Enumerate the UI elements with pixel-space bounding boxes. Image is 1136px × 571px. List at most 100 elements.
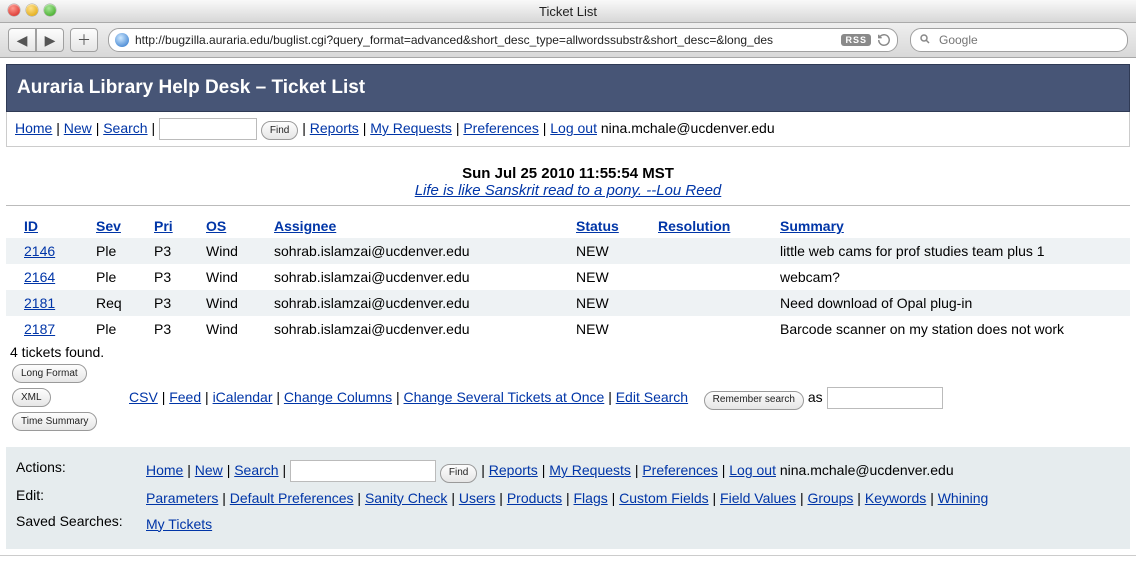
top-nav-bar: Home | New | Search | Find | Reports | M… [6, 112, 1130, 147]
reload-icon[interactable] [877, 33, 891, 47]
cell-pri: P3 [148, 264, 200, 290]
link-flags[interactable]: Flags [574, 490, 608, 506]
nav-logout[interactable]: Log out [550, 120, 597, 136]
footer-new[interactable]: New [195, 462, 223, 478]
quote-line: Life is like Sanskrit read to a pony. --… [6, 182, 1130, 199]
nav-home[interactable]: Home [15, 120, 52, 136]
footer-my-requests[interactable]: My Requests [549, 462, 631, 478]
table-row: 2181ReqP3Windsohrab.islamzai@ucdenver.ed… [6, 290, 1130, 316]
footer-user-email: nina.mchale@ucdenver.edu [780, 462, 954, 478]
link-icalendar[interactable]: iCalendar [213, 389, 273, 405]
link-sanity-check[interactable]: Sanity Check [365, 490, 447, 506]
col-summary[interactable]: Summary [780, 218, 844, 234]
cell-assignee: sohrab.islamzai@ucdenver.edu [268, 290, 570, 316]
browser-toolbar: ◀ ▶ ＋ http://bugzilla.auraria.edu/buglis… [0, 23, 1136, 58]
quote-link[interactable]: Life is like Sanskrit read to a pony. --… [415, 182, 722, 199]
close-icon[interactable] [8, 4, 20, 16]
cell-sev: Req [90, 290, 148, 316]
page-title: Auraria Library Help Desk – Ticket List [6, 64, 1130, 112]
footer-preferences[interactable]: Preferences [642, 462, 717, 478]
table-row: 2146PleP3Windsohrab.islamzai@ucdenver.ed… [6, 238, 1130, 264]
cell-resolution [652, 264, 774, 290]
footer-edit-links: Parameters | Default Preferences | Sanit… [142, 485, 1124, 511]
link-change-several[interactable]: Change Several Tickets at Once [404, 389, 605, 405]
col-status[interactable]: Status [576, 218, 619, 234]
cell-summary: Barcode scanner on my station does not w… [774, 316, 1130, 342]
link-whining[interactable]: Whining [938, 490, 989, 506]
cell-os: Wind [200, 238, 268, 264]
xml-button[interactable]: XML [12, 388, 51, 407]
link-users[interactable]: Users [459, 490, 496, 506]
cell-status: NEW [570, 238, 652, 264]
footer-find-button[interactable]: Find [440, 464, 477, 483]
cell-sev: Ple [90, 316, 148, 342]
find-button[interactable]: Find [261, 121, 298, 140]
link-custom-fields[interactable]: Custom Fields [619, 490, 708, 506]
cell-status: NEW [570, 264, 652, 290]
export-links: CSV | Feed | iCalendar | Change Columns … [123, 362, 943, 410]
footer-reports[interactable]: Reports [489, 462, 538, 478]
cell-assignee: sohrab.islamzai@ucdenver.edu [268, 316, 570, 342]
link-parameters[interactable]: Parameters [146, 490, 218, 506]
col-os[interactable]: OS [206, 218, 226, 234]
zoom-icon[interactable] [44, 4, 56, 16]
ticket-id-link[interactable]: 2181 [24, 295, 55, 311]
cell-assignee: sohrab.islamzai@ucdenver.edu [268, 264, 570, 290]
link-keywords[interactable]: Keywords [865, 490, 926, 506]
cell-status: NEW [570, 316, 652, 342]
long-format-button[interactable]: Long Format [12, 364, 87, 383]
time-summary-button[interactable]: Time Summary [12, 412, 97, 431]
link-change-columns[interactable]: Change Columns [284, 389, 392, 405]
footer-logout[interactable]: Log out [729, 462, 776, 478]
link-my-tickets[interactable]: My Tickets [146, 516, 212, 532]
link-default-preferences[interactable]: Default Preferences [230, 490, 354, 506]
search-field[interactable] [910, 28, 1128, 52]
nav-user-email: nina.mchale@ucdenver.edu [601, 120, 775, 136]
quicksearch-input[interactable] [159, 118, 257, 140]
link-groups[interactable]: Groups [807, 490, 853, 506]
table-row: 2164PleP3Windsohrab.islamzai@ucdenver.ed… [6, 264, 1130, 290]
cell-os: Wind [200, 264, 268, 290]
col-pri[interactable]: Pri [154, 218, 173, 234]
back-button[interactable]: ◀ [8, 28, 36, 52]
link-csv[interactable]: CSV [129, 389, 158, 405]
cell-summary: Need download of Opal plug-in [774, 290, 1130, 316]
address-bar[interactable]: http://bugzilla.auraria.edu/buglist.cgi?… [108, 28, 898, 52]
col-resolution[interactable]: Resolution [658, 218, 730, 234]
footer-label-actions: Actions: [12, 457, 142, 485]
footer-search[interactable]: Search [234, 462, 278, 478]
divider [6, 205, 1130, 206]
minimize-icon[interactable] [26, 4, 38, 16]
forward-button[interactable]: ▶ [36, 28, 64, 52]
link-field-values[interactable]: Field Values [720, 490, 796, 506]
add-bookmark-button[interactable]: ＋ [70, 28, 98, 52]
link-edit-search[interactable]: Edit Search [616, 389, 688, 405]
ticket-id-link[interactable]: 2187 [24, 321, 55, 337]
col-sev[interactable]: Sev [96, 218, 121, 234]
footer-home[interactable]: Home [146, 462, 183, 478]
footer-saved-links: My Tickets [142, 511, 1124, 537]
cell-sev: Ple [90, 238, 148, 264]
col-assignee[interactable]: Assignee [274, 218, 336, 234]
rss-badge[interactable]: RSS [841, 34, 871, 46]
ticket-id-link[interactable]: 2164 [24, 269, 55, 285]
search-input[interactable] [937, 32, 1119, 48]
ticket-table: ID Sev Pri OS Assignee Status Resolution… [6, 214, 1130, 342]
nav-search[interactable]: Search [103, 120, 147, 136]
remember-search-input[interactable] [827, 387, 943, 409]
remember-search-button[interactable]: Remember search [704, 391, 804, 410]
nav-new[interactable]: New [64, 120, 92, 136]
format-buttons: Long Format XML Time Summary [6, 362, 123, 433]
table-header-row: ID Sev Pri OS Assignee Status Resolution… [6, 214, 1130, 238]
link-products[interactable]: Products [507, 490, 562, 506]
cell-assignee: sohrab.islamzai@ucdenver.edu [268, 238, 570, 264]
cell-os: Wind [200, 290, 268, 316]
nav-my-requests[interactable]: My Requests [370, 120, 452, 136]
nav-reports[interactable]: Reports [310, 120, 359, 136]
footer-quicksearch-input[interactable] [290, 460, 436, 482]
ticket-id-link[interactable]: 2146 [24, 243, 55, 259]
link-feed[interactable]: Feed [169, 389, 201, 405]
cell-status: NEW [570, 290, 652, 316]
nav-preferences[interactable]: Preferences [463, 120, 538, 136]
col-id[interactable]: ID [24, 218, 38, 234]
